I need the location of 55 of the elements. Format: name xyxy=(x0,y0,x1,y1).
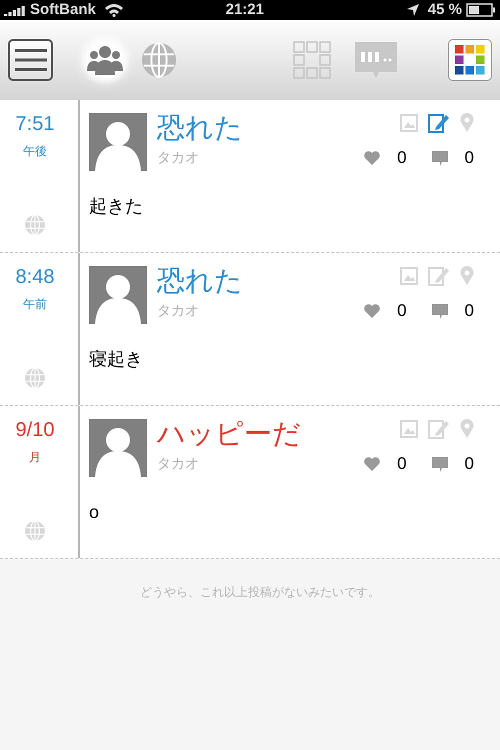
location-arrow-icon xyxy=(406,3,420,17)
battery-percent: 45 % xyxy=(428,0,462,20)
like-count: 0 xyxy=(397,300,407,322)
post-body: 寝起き xyxy=(89,348,144,371)
location-pin-icon xyxy=(460,266,474,286)
globe-icon xyxy=(24,214,46,236)
heart-icon xyxy=(363,302,382,319)
image-icon xyxy=(400,267,418,285)
color-palette-button[interactable] xyxy=(448,39,492,81)
post-time: 7:51 xyxy=(16,112,54,136)
author-name: タカオ xyxy=(157,148,200,167)
image-icon xyxy=(400,420,418,438)
signal-icon xyxy=(4,4,26,16)
clock: 21:21 xyxy=(226,0,264,20)
comment-icon xyxy=(430,454,449,473)
comment-icon xyxy=(430,302,449,320)
post-title: 恐れた xyxy=(157,113,244,143)
author-name: タカオ xyxy=(157,454,200,473)
battery-icon xyxy=(466,3,496,17)
heart-icon xyxy=(363,456,382,472)
avatar xyxy=(89,419,147,477)
avatar xyxy=(89,113,147,171)
end-of-posts-message: どうやら、これ以上投稿がないみたいです。 xyxy=(140,584,380,601)
post-time-label: 午前 xyxy=(23,296,47,313)
menu-icon xyxy=(14,48,46,72)
post-time-label: 午後 xyxy=(23,143,47,160)
post-time: 8:48 xyxy=(16,265,54,289)
comment-icon xyxy=(430,148,449,167)
post-body: o xyxy=(89,501,100,524)
like-count: 0 xyxy=(397,147,407,169)
carrier-name: SoftBank xyxy=(30,0,96,20)
author-name: タカオ xyxy=(157,301,200,320)
wifi-icon xyxy=(104,3,124,17)
location-pin-icon xyxy=(460,113,474,133)
heart-icon xyxy=(363,150,382,166)
comment-count: 0 xyxy=(464,453,474,475)
color-grid-icon xyxy=(455,45,485,75)
menu-button[interactable] xyxy=(8,39,53,81)
globe-icon xyxy=(140,41,178,79)
grid-icon xyxy=(293,41,331,79)
avatar xyxy=(89,266,147,324)
location-pin-icon xyxy=(460,419,474,439)
post-time-label: 月 xyxy=(29,449,41,466)
post-title: 恐れた xyxy=(157,266,244,296)
post-body: 起きた xyxy=(89,195,144,218)
comment-count: 0 xyxy=(464,300,474,322)
post-time: 9/10 xyxy=(16,418,54,442)
people-icon xyxy=(85,43,125,77)
comment-count: 0 xyxy=(464,147,474,169)
post-title: ハッピーだ xyxy=(157,419,302,449)
globe-icon xyxy=(24,520,46,542)
speech-bubble-icon xyxy=(354,40,398,80)
like-count: 0 xyxy=(397,453,407,475)
image-icon xyxy=(400,114,418,132)
globe-icon xyxy=(24,367,46,389)
